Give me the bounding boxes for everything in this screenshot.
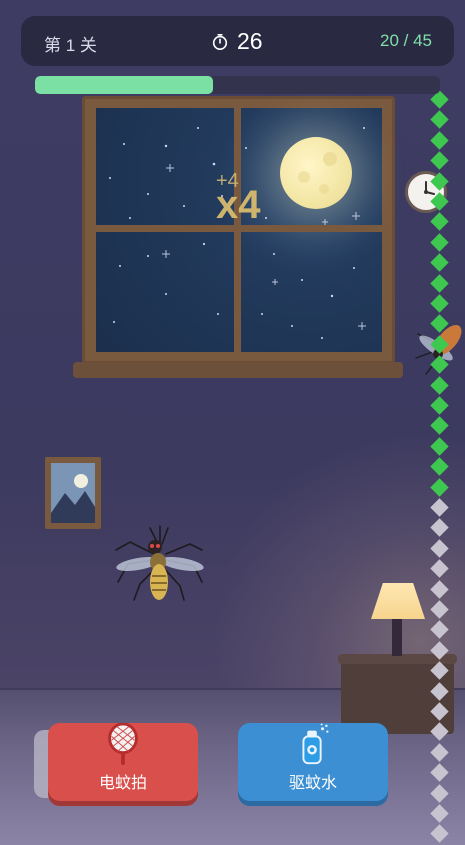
- wall-painting: [45, 457, 101, 529]
- combo-multiplier: x4: [216, 183, 261, 227]
- hud-bar: 第 1 关 26 20 / 45: [21, 16, 454, 66]
- meter-diamond: [430, 396, 449, 415]
- moon-craters: [298, 152, 337, 194]
- meter-diamond: [430, 437, 449, 456]
- meter-diamond: [430, 477, 449, 497]
- repellent-spray-label: 驱蚊水: [288, 775, 337, 792]
- meter-diamond: [430, 233, 449, 252]
- meter-diamond: [430, 763, 449, 782]
- meter-diamond: [430, 335, 449, 354]
- game-scene[interactable]: +4 x4 第 1 关 26 20 / 45 电蚊拍 驱蚊水: [0, 0, 465, 845]
- meter-diamond: [430, 212, 449, 232]
- meter-diamond: [430, 253, 449, 272]
- moon: [280, 137, 352, 209]
- electric-swatter-button[interactable]: 电蚊拍: [48, 723, 198, 801]
- meter-diamond: [430, 131, 449, 150]
- kill-count: 20 / 45: [380, 31, 432, 50]
- level-label: 第 1 关: [44, 36, 97, 55]
- level-progress-fill: [35, 76, 214, 94]
- repellent-spray-button[interactable]: 驱蚊水: [238, 723, 388, 801]
- meter-diamond: [430, 151, 449, 170]
- meter-diamond: [430, 702, 449, 721]
- meter-diamond: [430, 416, 449, 436]
- meter-diamond: [430, 600, 449, 619]
- meter-diamond: [430, 498, 449, 517]
- meter-diamond: [430, 559, 449, 578]
- meter-diamond: [430, 783, 449, 803]
- meter-diamond: [430, 192, 449, 211]
- meter-diamond: [430, 579, 449, 599]
- mountain-painting: [51, 474, 95, 523]
- meter-diamond: [430, 457, 449, 476]
- lamp-stem: [392, 618, 402, 656]
- electric-swatter-icon: [108, 723, 138, 766]
- meter-diamond: [430, 110, 449, 130]
- meter-diamond: [430, 641, 449, 660]
- mosquito-target[interactable]: [110, 520, 210, 610]
- kill-meter: [430, 90, 451, 845]
- meter-diamond: [430, 804, 449, 823]
- timer: 26: [211, 28, 263, 55]
- spray-bottle-icon: [302, 723, 329, 765]
- meter-diamond: [430, 355, 449, 374]
- meter-diamond: [430, 375, 449, 395]
- meter-diamond: [430, 294, 449, 313]
- meter-diamond: [430, 539, 449, 558]
- stopwatch-icon: [212, 33, 228, 50]
- meter-diamond: [430, 314, 449, 334]
- timer-value: 26: [237, 28, 263, 54]
- meter-diamond: [430, 620, 449, 640]
- electric-swatter-label: 电蚊拍: [98, 775, 147, 792]
- meter-diamond: [430, 722, 449, 742]
- meter-diamond: [430, 661, 449, 680]
- meter-diamond: [430, 743, 449, 762]
- meter-diamond: [430, 273, 449, 293]
- window-sill: [73, 362, 403, 378]
- level-progress-bar: [35, 76, 440, 94]
- meter-diamond: [430, 518, 449, 538]
- meter-diamond: [430, 171, 449, 191]
- meter-diamond: [430, 681, 449, 701]
- meter-diamond: [430, 824, 449, 844]
